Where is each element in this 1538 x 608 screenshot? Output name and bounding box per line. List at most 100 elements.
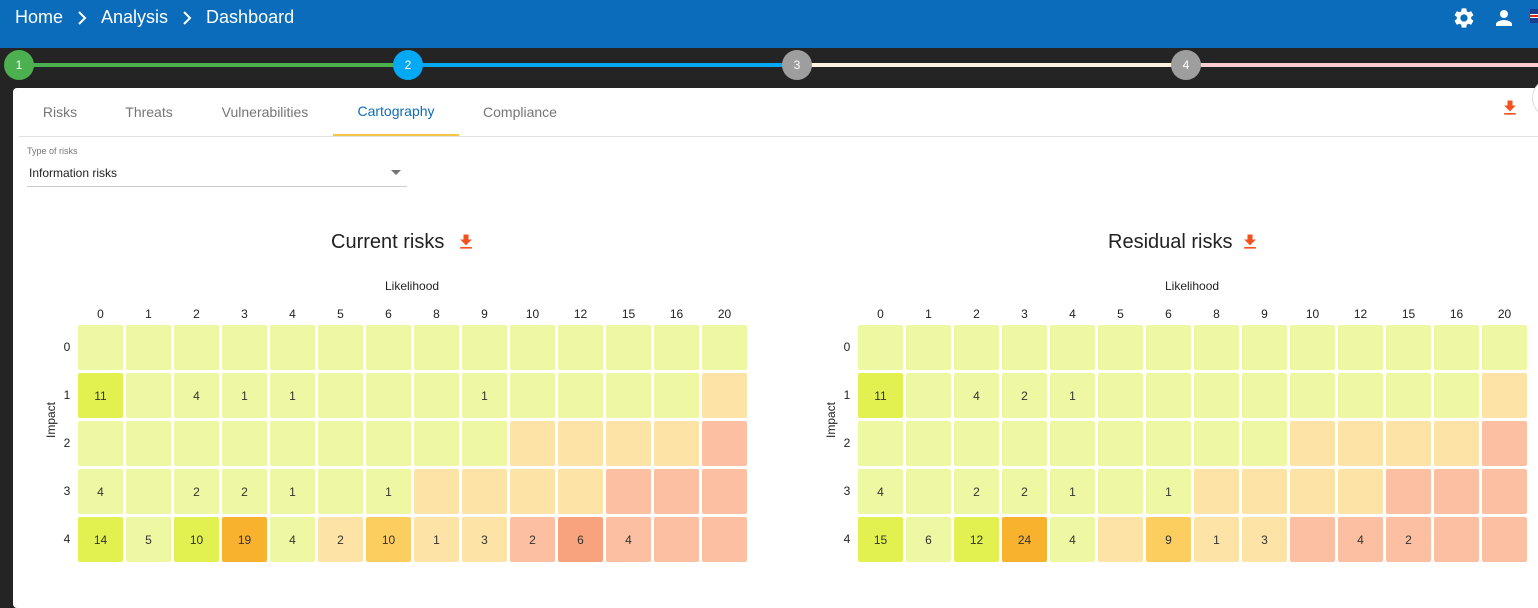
- gear-icon[interactable]: [1452, 6, 1476, 30]
- step-3[interactable]: 3: [782, 50, 812, 80]
- heatmap-cell[interactable]: [1290, 421, 1335, 466]
- heatmap-cell[interactable]: [558, 469, 603, 514]
- heatmap-cell[interactable]: 1: [222, 373, 267, 418]
- heatmap-cell[interactable]: [702, 421, 747, 466]
- heatmap-cell[interactable]: [1338, 325, 1383, 370]
- user-icon[interactable]: [1492, 6, 1516, 30]
- heatmap-cell[interactable]: [1338, 421, 1383, 466]
- heatmap-cell[interactable]: 2: [1002, 373, 1047, 418]
- heatmap-cell[interactable]: 24: [1002, 517, 1047, 562]
- step-4[interactable]: 4: [1171, 50, 1201, 80]
- heatmap-cell[interactable]: [702, 373, 747, 418]
- heatmap-cell[interactable]: [1482, 421, 1527, 466]
- heatmap-cell[interactable]: [1098, 469, 1143, 514]
- heatmap-cell[interactable]: [858, 325, 903, 370]
- heatmap-cell[interactable]: [906, 421, 951, 466]
- heatmap-cell[interactable]: [654, 325, 699, 370]
- heatmap-cell[interactable]: [510, 421, 555, 466]
- heatmap-cell[interactable]: [126, 421, 171, 466]
- heatmap-cell[interactable]: 12: [954, 517, 999, 562]
- heatmap-cell[interactable]: [1194, 421, 1239, 466]
- heatmap-cell[interactable]: [1194, 373, 1239, 418]
- heatmap-cell[interactable]: [1146, 373, 1191, 418]
- heatmap-cell[interactable]: 3: [462, 517, 507, 562]
- heatmap-cell[interactable]: [1290, 517, 1335, 562]
- heatmap-cell[interactable]: [1002, 421, 1047, 466]
- heatmap-cell[interactable]: [318, 373, 363, 418]
- heatmap-cell[interactable]: [510, 325, 555, 370]
- heatmap-cell[interactable]: [1482, 373, 1527, 418]
- heatmap-cell[interactable]: 6: [558, 517, 603, 562]
- heatmap-cell[interactable]: [1098, 517, 1143, 562]
- heatmap-cell[interactable]: [606, 421, 651, 466]
- heatmap-cell[interactable]: [462, 325, 507, 370]
- heatmap-cell[interactable]: [558, 373, 603, 418]
- heatmap-cell[interactable]: [654, 373, 699, 418]
- heatmap-cell[interactable]: [1482, 469, 1527, 514]
- heatmap-cell[interactable]: 4: [954, 373, 999, 418]
- heatmap-cell[interactable]: [654, 517, 699, 562]
- heatmap-cell[interactable]: [1050, 325, 1095, 370]
- heatmap-cell[interactable]: [1290, 373, 1335, 418]
- heatmap-cell[interactable]: [1482, 517, 1527, 562]
- heatmap-cell[interactable]: [414, 469, 459, 514]
- heatmap-cell[interactable]: [954, 325, 999, 370]
- heatmap-cell[interactable]: 4: [270, 517, 315, 562]
- uk-flag-icon[interactable]: [1530, 9, 1538, 23]
- heatmap-cell[interactable]: 4: [1338, 517, 1383, 562]
- heatmap-cell[interactable]: 15: [858, 517, 903, 562]
- heatmap-cell[interactable]: [1242, 325, 1287, 370]
- heatmap-cell[interactable]: [1434, 469, 1479, 514]
- heatmap-cell[interactable]: [906, 469, 951, 514]
- heatmap-cell[interactable]: [1338, 469, 1383, 514]
- heatmap-cell[interactable]: [1242, 469, 1287, 514]
- heatmap-cell[interactable]: [126, 373, 171, 418]
- heatmap-cell[interactable]: 11: [858, 373, 903, 418]
- heatmap-cell[interactable]: 2: [1002, 469, 1047, 514]
- heatmap-cell[interactable]: [906, 325, 951, 370]
- heatmap-cell[interactable]: [906, 373, 951, 418]
- heatmap-cell[interactable]: 1: [366, 469, 411, 514]
- heatmap-cell[interactable]: [606, 373, 651, 418]
- heatmap-cell[interactable]: 1: [462, 373, 507, 418]
- heatmap-cell[interactable]: [702, 325, 747, 370]
- heatmap-cell[interactable]: [174, 325, 219, 370]
- heatmap-cell[interactable]: [1482, 325, 1527, 370]
- download-icon[interactable]: [1240, 232, 1260, 252]
- heatmap-cell[interactable]: 9: [1146, 517, 1191, 562]
- heatmap-cell[interactable]: [126, 325, 171, 370]
- heatmap-cell[interactable]: [462, 421, 507, 466]
- heatmap-cell[interactable]: 6: [906, 517, 951, 562]
- heatmap-cell[interactable]: [366, 421, 411, 466]
- heatmap-cell[interactable]: 2: [174, 469, 219, 514]
- breadcrumb-analysis[interactable]: Analysis: [101, 7, 168, 28]
- breadcrumb-home[interactable]: Home: [15, 7, 63, 28]
- heatmap-cell[interactable]: [366, 373, 411, 418]
- heatmap-cell[interactable]: [1386, 325, 1431, 370]
- heatmap-cell[interactable]: [1434, 517, 1479, 562]
- heatmap-cell[interactable]: [1146, 325, 1191, 370]
- heatmap-cell[interactable]: 2: [510, 517, 555, 562]
- heatmap-cell[interactable]: [1098, 325, 1143, 370]
- heatmap-cell[interactable]: 2: [954, 469, 999, 514]
- heatmap-cell[interactable]: 1: [1050, 469, 1095, 514]
- heatmap-cell[interactable]: [558, 325, 603, 370]
- heatmap-cell[interactable]: [1338, 373, 1383, 418]
- heatmap-cell[interactable]: 10: [366, 517, 411, 562]
- heatmap-cell[interactable]: 4: [78, 469, 123, 514]
- heatmap-cell[interactable]: [270, 325, 315, 370]
- heatmap-cell[interactable]: 14: [78, 517, 123, 562]
- heatmap-cell[interactable]: [1098, 373, 1143, 418]
- heatmap-cell[interactable]: 2: [1386, 517, 1431, 562]
- heatmap-cell[interactable]: [1146, 421, 1191, 466]
- heatmap-cell[interactable]: [654, 469, 699, 514]
- heatmap-cell[interactable]: [414, 421, 459, 466]
- heatmap-cell[interactable]: [270, 421, 315, 466]
- heatmap-cell[interactable]: 2: [318, 517, 363, 562]
- heatmap-cell[interactable]: [558, 421, 603, 466]
- heatmap-cell[interactable]: [78, 325, 123, 370]
- heatmap-cell[interactable]: 5: [126, 517, 171, 562]
- heatmap-cell[interactable]: [954, 421, 999, 466]
- heatmap-cell[interactable]: 19: [222, 517, 267, 562]
- heatmap-cell[interactable]: 4: [1050, 517, 1095, 562]
